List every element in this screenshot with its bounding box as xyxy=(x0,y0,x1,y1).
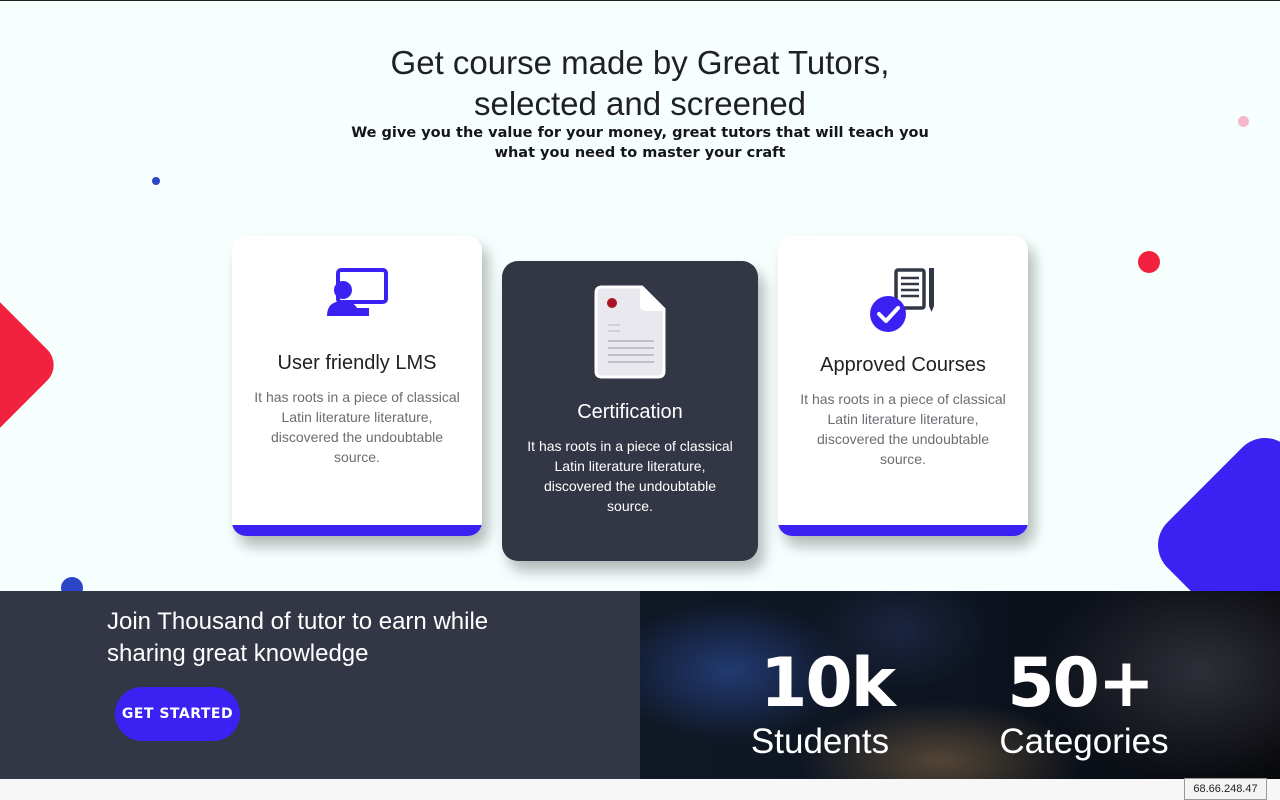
decor-dot-red xyxy=(1138,251,1160,273)
stat-students-label: Students xyxy=(750,722,890,761)
feature-card-certification: Certification It has roots in a piece of… xyxy=(502,261,758,561)
certificate-document-icon xyxy=(594,285,666,379)
feature-description: It has roots in a piece of classical Lat… xyxy=(254,389,460,465)
feature-card-approved-courses: Approved Courses It has roots in a piece… xyxy=(778,236,1028,536)
presentation-user-icon xyxy=(327,268,388,316)
decor-red-rounded-square xyxy=(0,287,63,443)
card-accent-bar xyxy=(778,525,1028,536)
hero-subtitle: We give you the value for your money, gr… xyxy=(351,125,929,161)
stat-categories-label: Categories xyxy=(999,722,1169,761)
join-banner-title: Join Thousand of tutor to earn while sha… xyxy=(107,608,489,667)
hero-title: Get course made by Great Tutors, selecte… xyxy=(390,44,890,122)
decor-dot-blue-small xyxy=(152,177,160,185)
decor-dot-pink xyxy=(1238,116,1249,127)
feature-description: It has roots in a piece of classical Lat… xyxy=(800,391,1006,467)
get-started-button[interactable]: GET STARTED xyxy=(115,687,240,741)
card-accent-bar xyxy=(232,525,482,536)
top-border-line xyxy=(0,0,1280,1)
stat-students-value: 10k xyxy=(760,644,896,723)
feature-card-user-friendly-lms: User friendly LMS It has roots in a piec… xyxy=(232,236,482,536)
feature-title: Certification xyxy=(577,401,683,423)
feature-title: User friendly LMS xyxy=(277,352,437,374)
feature-title: Approved Courses xyxy=(820,354,986,376)
feature-description: It has roots in a piece of classical Lat… xyxy=(527,438,733,514)
footer-strip xyxy=(0,779,1280,800)
ip-address-label: 68.66.248.47 xyxy=(1184,778,1267,800)
approved-checklist-icon xyxy=(870,268,934,332)
stat-categories-value: 50+ xyxy=(1007,644,1155,723)
